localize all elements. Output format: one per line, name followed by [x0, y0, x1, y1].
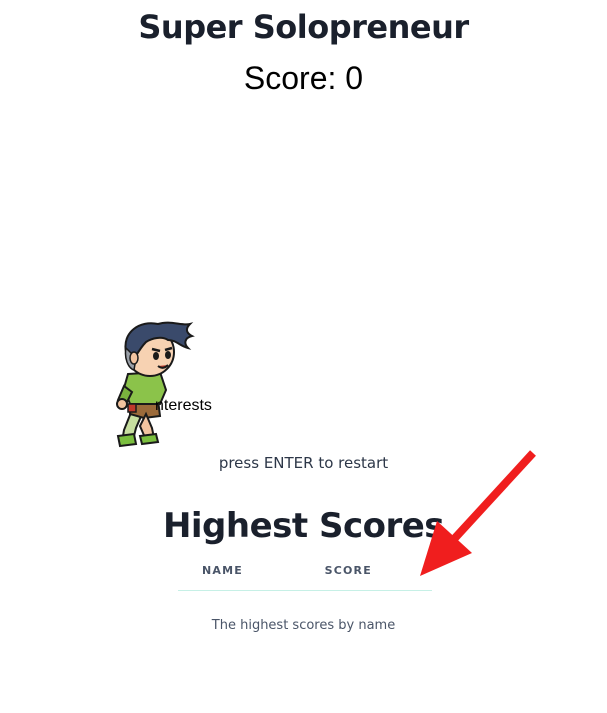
leaderboard-caption: The highest scores by name — [211, 618, 396, 633]
score-display: Score: 0 — [243, 60, 364, 96]
player-character-icon — [110, 318, 200, 450]
leaderboard-heading: Highest Scores — [162, 506, 445, 546]
restart-hint: press ENTER to restart — [218, 454, 389, 472]
page-title: Super Solopreneur — [138, 8, 469, 46]
obstacle-label: nterests — [155, 397, 212, 414]
leaderboard-table: NAME SCORE — [178, 558, 432, 591]
leaderboard-header-row: NAME SCORE — [178, 558, 432, 591]
column-header-name: NAME — [178, 558, 301, 591]
column-header-score: SCORE — [300, 558, 432, 591]
game-area[interactable] — [0, 110, 607, 450]
